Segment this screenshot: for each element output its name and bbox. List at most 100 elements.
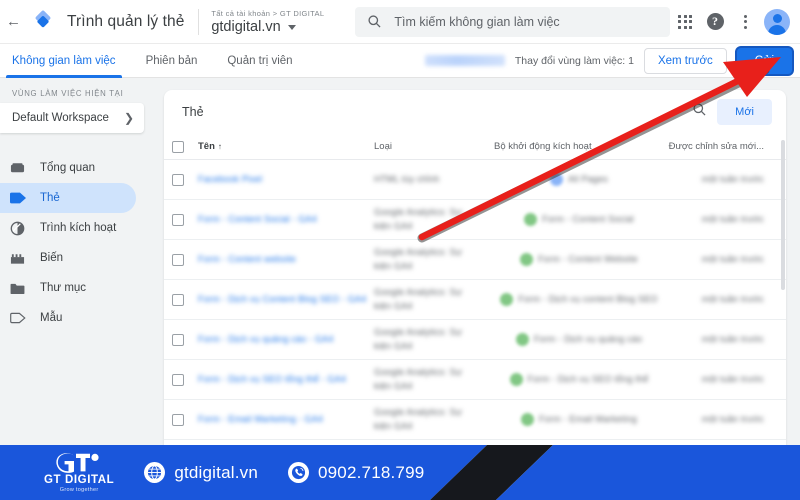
- google-tag-manager-logo: [29, 8, 57, 36]
- table-row[interactable]: Form - Dịch vụ quảng cáo - GA4 Google Ana…: [164, 320, 786, 360]
- row-checkbox[interactable]: [172, 333, 184, 346]
- more-vert-icon[interactable]: [730, 7, 760, 37]
- cell-firing-trigger: Form - Dịch vụ SEO tổng thể: [494, 372, 664, 386]
- cell-tag-name[interactable]: Form - Dịch vụ SEO tổng thể - GA4: [198, 373, 374, 386]
- apps-grid-icon[interactable]: [670, 7, 700, 37]
- preview-button[interactable]: Xem trước: [643, 47, 727, 74]
- chevron-down-icon[interactable]: [287, 25, 296, 30]
- sidebar-item-label: Thư mục: [40, 282, 87, 294]
- column-header-name[interactable]: Tên ↑: [198, 141, 374, 152]
- cell-last-modified: một tuần trước: [664, 373, 764, 386]
- table-row[interactable]: Facebook Pixel HTML tùy chỉnh All Pages một…: [164, 160, 786, 200]
- sidebar-item-label: Biến: [40, 252, 64, 264]
- trigger-name-text: All Pages: [568, 173, 608, 184]
- brand-tagline: Grow together: [59, 486, 99, 493]
- sidebar-item-label: Mẫu: [40, 312, 63, 324]
- new-tag-button[interactable]: Mới: [717, 99, 772, 125]
- row-checkbox[interactable]: [172, 293, 184, 306]
- tag-type-text: Google Analytics: Sự kiện GA4: [374, 367, 463, 391]
- cell-tag-name[interactable]: Form - Email Marketing - GA4: [198, 413, 374, 426]
- table-row[interactable]: Form - Content Social - GA4 Google Analyt…: [164, 200, 786, 240]
- tag-type-text: Google Analytics: Sự kiện GA4: [374, 207, 463, 231]
- trigger-name-text: Form - Email Marketing: [539, 413, 637, 424]
- screenshot-root: ← Trình quản lý thẻ Tất cả tài khoản > G…: [0, 0, 800, 500]
- cell-firing-trigger: All Pages: [494, 172, 664, 186]
- trigger-name-text: Form - Dịch vụ SEO tổng thể: [527, 373, 649, 384]
- search-icon: [368, 15, 381, 28]
- chevron-right-icon: ❯: [123, 111, 134, 125]
- sidebar-item-variables[interactable]: Biến: [0, 243, 136, 273]
- cell-last-modified: một tuần trước: [664, 293, 764, 306]
- workspace-selector[interactable]: Default Workspace ❯: [0, 103, 144, 133]
- table-row[interactable]: Form - Email Marketing - GA4 Google Analy…: [164, 400, 786, 440]
- sidebar-item-label: Tổng quan: [40, 162, 95, 174]
- cell-last-modified: một tuần trước: [664, 413, 764, 426]
- cell-tag-name[interactable]: Facebook Pixel: [198, 173, 374, 186]
- row-checkbox[interactable]: [172, 253, 184, 266]
- website-text: gtdigital.vn: [174, 462, 258, 482]
- help-icon[interactable]: ?: [700, 7, 730, 37]
- sidebar-item-overview[interactable]: Tổng quan: [0, 153, 136, 183]
- tab-versions[interactable]: Phiên bản: [144, 44, 200, 78]
- cell-tag-name[interactable]: Form - Dịch vụ Content Blog SEO - GA4: [198, 293, 374, 306]
- table-row[interactable]: Form - Dịch vụ Content Blog SEO - GA4 Goo…: [164, 280, 786, 320]
- row-checkbox[interactable]: [172, 213, 184, 226]
- sidebar-item-triggers[interactable]: Trình kích hoạt: [0, 213, 136, 243]
- tag-name-link: Form - Email Marketing - GA4: [198, 413, 324, 424]
- cell-last-modified: một tuần trước: [664, 213, 764, 226]
- tab-bar: Không gian làm việc Phiên bản Quản trị v…: [0, 44, 800, 78]
- cell-tag-name[interactable]: Form - Dịch vụ quảng cáo - GA4: [198, 333, 374, 346]
- table-row[interactable]: Form - Dịch vụ SEO tổng thể - GA4 Google …: [164, 360, 786, 400]
- gt-digital-logo: GT DIGITAL Grow together: [44, 452, 114, 493]
- tag-name-link: Form - Dịch vụ quảng cáo - GA4: [198, 333, 334, 344]
- arrow-left-icon[interactable]: ←: [4, 14, 23, 29]
- globe-icon: [144, 462, 166, 483]
- cell-tag-name[interactable]: Form - Content Social - GA4: [198, 213, 374, 226]
- column-header-firing-triggers[interactable]: Bộ khởi động kích hoạt: [494, 141, 664, 152]
- row-checkbox[interactable]: [172, 373, 184, 386]
- sidebar-item-tags[interactable]: Thẻ: [0, 183, 136, 213]
- cell-tag-type: Google Analytics: Sự kiện GA4: [374, 326, 494, 352]
- workspace-link-blurred[interactable]: [424, 55, 505, 66]
- column-header-last-modified[interactable]: Được chỉnh sửa mới...: [664, 141, 764, 152]
- account-selector[interactable]: Tất cả tài khoản > GT DIGITAL gtdigital.…: [211, 9, 331, 35]
- sidebar-item-label: Thẻ: [40, 192, 60, 204]
- trigger-status-dot: [550, 172, 564, 186]
- overview-icon: [10, 161, 34, 176]
- workspace-changes-count: Thay đổi vùng làm việc: 1: [514, 54, 634, 67]
- last-modified-text: một tuần trước: [701, 373, 764, 384]
- cell-tag-type: Google Analytics: Sự kiện GA4: [374, 206, 494, 232]
- row-checkbox[interactable]: [172, 413, 184, 426]
- row-checkbox[interactable]: [172, 173, 184, 186]
- tag-type-text: Google Analytics: Sự kiện GA4: [374, 327, 463, 351]
- avatar[interactable]: [764, 8, 790, 35]
- column-header-type[interactable]: Loại: [374, 141, 494, 152]
- cell-firing-trigger: Form - Email Marketing: [494, 412, 664, 426]
- search-icon[interactable]: [692, 102, 707, 122]
- banner-content: GT DIGITAL Grow together gtdigital.vn 09…: [0, 445, 424, 500]
- vertical-scrollbar[interactable]: [780, 90, 786, 500]
- sidebar-item-templates[interactable]: Mẫu: [0, 303, 136, 333]
- tab-workspace[interactable]: Không gian làm việc: [6, 44, 122, 78]
- last-modified-text: một tuần trước: [701, 213, 764, 224]
- sidebar-item-folders[interactable]: Thư mục: [0, 273, 136, 303]
- cell-last-modified: một tuần trước: [664, 253, 764, 266]
- cell-firing-trigger: Form - Dịch vụ quảng cáo: [494, 332, 664, 346]
- trigger-status-dot: [524, 212, 538, 226]
- trigger-icon: [10, 221, 34, 236]
- scrollbar-thumb[interactable]: [781, 140, 785, 290]
- table-row[interactable]: Form - Content website Google Analytics: …: [164, 240, 786, 280]
- select-all-checkbox[interactable]: [172, 140, 184, 153]
- cell-last-modified: một tuần trước: [664, 173, 764, 186]
- trigger-status-dot: [500, 292, 514, 306]
- cell-tag-name[interactable]: Form - Content website: [198, 253, 374, 266]
- trigger-name-text: Form - Content Website: [538, 253, 638, 264]
- search-input[interactable]: Tìm kiếm không gian làm việc: [355, 6, 670, 37]
- trigger-status-dot: [521, 412, 535, 426]
- last-modified-text: một tuần trước: [701, 413, 764, 424]
- tab-admin[interactable]: Quản trị viên: [225, 44, 294, 78]
- submit-button[interactable]: Gửi: [736, 47, 792, 74]
- tag-type-text: Google Analytics: Sự kiện GA4: [374, 287, 463, 311]
- template-icon: [10, 312, 34, 324]
- tag-type-text: Google Analytics: Sự kiện GA4: [374, 407, 463, 431]
